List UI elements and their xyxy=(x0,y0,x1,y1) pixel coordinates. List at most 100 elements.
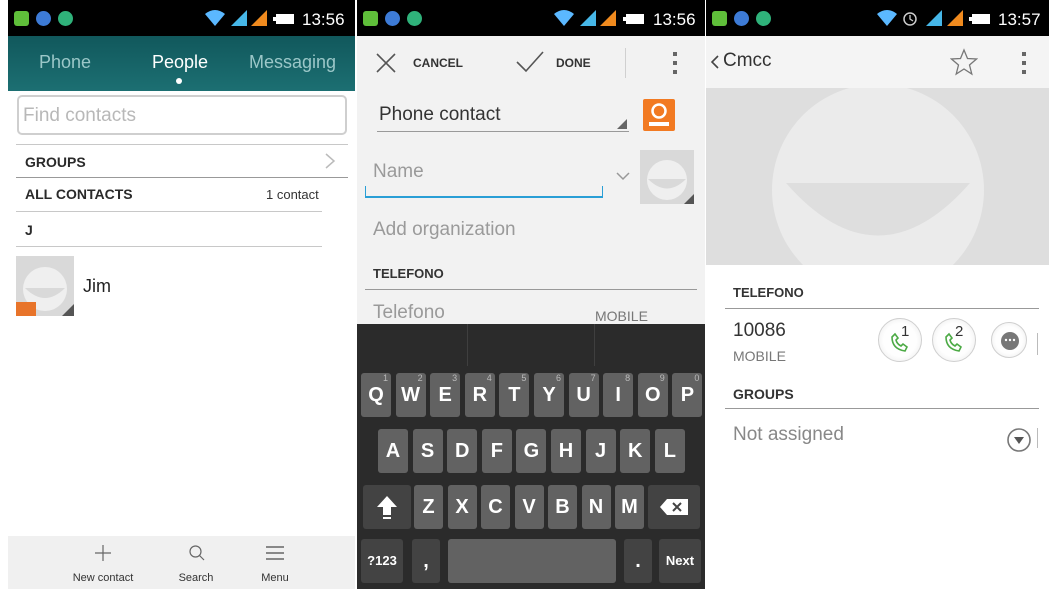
shift-key[interactable] xyxy=(363,485,411,529)
key[interactable]: A xyxy=(378,429,408,473)
sim2-label: 2 xyxy=(955,323,964,340)
key[interactable]: M xyxy=(615,485,644,529)
contact-row[interactable]: Jim xyxy=(8,256,348,320)
check-icon xyxy=(516,51,544,73)
groups-section-header: GROUPS xyxy=(733,386,794,402)
key[interactable]: D xyxy=(447,429,478,473)
expand-name-icon[interactable] xyxy=(616,171,630,181)
key[interactable]: N xyxy=(581,485,611,529)
key[interactable]: T5 xyxy=(499,373,530,417)
call-sim2-button[interactable]: 2 xyxy=(932,318,976,362)
search-button[interactable]: Search xyxy=(156,536,236,589)
key[interactable]: I8 xyxy=(603,373,634,417)
divider xyxy=(16,211,322,212)
search-input[interactable]: Find contacts xyxy=(17,95,347,135)
key[interactable]: G xyxy=(516,429,547,473)
key-label: S xyxy=(420,440,435,462)
divider xyxy=(1037,428,1038,448)
divider xyxy=(365,289,697,290)
search-icon xyxy=(189,545,205,561)
phone-type-spinner[interactable]: MOBILE xyxy=(595,308,648,324)
new-contact-button[interactable]: New contact xyxy=(63,536,143,589)
divider xyxy=(625,48,626,78)
done-button[interactable]: DONE xyxy=(513,50,623,76)
name-field[interactable]: Name xyxy=(373,161,424,183)
tab-messaging[interactable]: Messaging xyxy=(249,52,336,73)
key[interactable]: C xyxy=(481,485,510,529)
cancel-button[interactable]: CANCEL xyxy=(371,50,481,76)
add-organization-field[interactable]: Add organization xyxy=(373,219,516,241)
tab-phone[interactable]: Phone xyxy=(39,52,91,73)
key[interactable]: L xyxy=(654,429,685,473)
new-contact-label: New contact xyxy=(72,572,134,584)
key[interactable]: V xyxy=(514,485,544,529)
key[interactable]: P0 xyxy=(672,373,703,417)
account-icon xyxy=(643,99,675,131)
dropdown-icon[interactable] xyxy=(1006,427,1032,453)
key[interactable]: X xyxy=(447,485,477,529)
chevron-right-icon[interactable] xyxy=(324,152,336,170)
phone-entry[interactable]: 10086 MOBILE xyxy=(725,314,875,368)
key[interactable]: Q1 xyxy=(361,373,391,417)
key[interactable]: O9 xyxy=(637,373,668,417)
key[interactable]: F xyxy=(481,429,512,473)
status-time: 13:56 xyxy=(302,10,345,29)
key-hint: 0 xyxy=(694,373,700,383)
key-label: N xyxy=(588,496,604,518)
key[interactable]: Y6 xyxy=(534,373,564,417)
underline-tick xyxy=(365,186,366,198)
key[interactable]: B xyxy=(548,485,577,529)
divider xyxy=(16,177,348,178)
back-button[interactable]: Cmcc xyxy=(709,48,799,76)
overflow-menu-icon[interactable] xyxy=(671,50,679,76)
message-button[interactable] xyxy=(991,322,1027,358)
groups-header[interactable]: GROUPS xyxy=(25,154,86,170)
contact-detail-screen: 13:57 Cmcc TELEFONO 10086 MOBILE 1 2 GRO… xyxy=(706,0,1049,589)
divider xyxy=(725,408,1039,409)
bottom-bar: New contact Search Menu xyxy=(8,536,355,589)
divider xyxy=(467,324,468,366)
account-type-spinner[interactable]: Phone contact xyxy=(377,100,629,132)
backspace-key[interactable] xyxy=(648,485,700,529)
key-label: Z xyxy=(422,496,435,518)
menu-icon xyxy=(266,546,284,560)
comma-key[interactable]: , xyxy=(412,539,440,583)
key[interactable]: H xyxy=(551,429,581,473)
notification-icon-3 xyxy=(407,11,422,26)
period-key[interactable]: . xyxy=(624,539,652,583)
groups-value[interactable]: Not assigned xyxy=(733,424,844,446)
space-key[interactable] xyxy=(448,539,616,583)
star-icon[interactable] xyxy=(950,48,978,76)
key-hint: 7 xyxy=(590,373,596,383)
key[interactable]: R4 xyxy=(464,373,495,417)
overflow-menu-icon[interactable] xyxy=(1020,50,1028,76)
phone-field[interactable]: Telefono xyxy=(373,302,445,324)
cancel-label: CANCEL xyxy=(413,56,463,70)
key[interactable]: S xyxy=(412,429,443,473)
signal-icon-2 xyxy=(251,10,267,26)
key[interactable]: U7 xyxy=(568,373,599,417)
menu-button[interactable]: Menu xyxy=(235,536,315,589)
key[interactable]: Z xyxy=(414,485,443,529)
wifi-icon xyxy=(554,10,574,26)
call-sim1-button[interactable]: 1 xyxy=(878,318,922,362)
key-hint: 6 xyxy=(555,373,561,383)
divider xyxy=(1037,333,1038,355)
photo-picker[interactable] xyxy=(640,150,694,204)
wifi-icon xyxy=(205,10,225,26)
status-bar: 13:56 xyxy=(8,0,355,36)
key[interactable]: J xyxy=(585,429,616,473)
key[interactable]: E3 xyxy=(430,373,461,417)
key[interactable]: K xyxy=(620,429,651,473)
tab-people[interactable]: People xyxy=(152,52,208,73)
notification-icon-2 xyxy=(385,11,400,26)
key-hint: 4 xyxy=(486,373,492,383)
key[interactable]: W2 xyxy=(395,373,426,417)
symbols-key[interactable]: ?123 xyxy=(361,539,403,583)
back-icon xyxy=(711,55,719,69)
message-icon xyxy=(1001,332,1019,350)
next-key[interactable]: Next xyxy=(659,539,701,583)
key-hint: 5 xyxy=(521,373,527,383)
status-time: 13:57 xyxy=(998,10,1041,29)
key-hint: 2 xyxy=(417,373,423,383)
